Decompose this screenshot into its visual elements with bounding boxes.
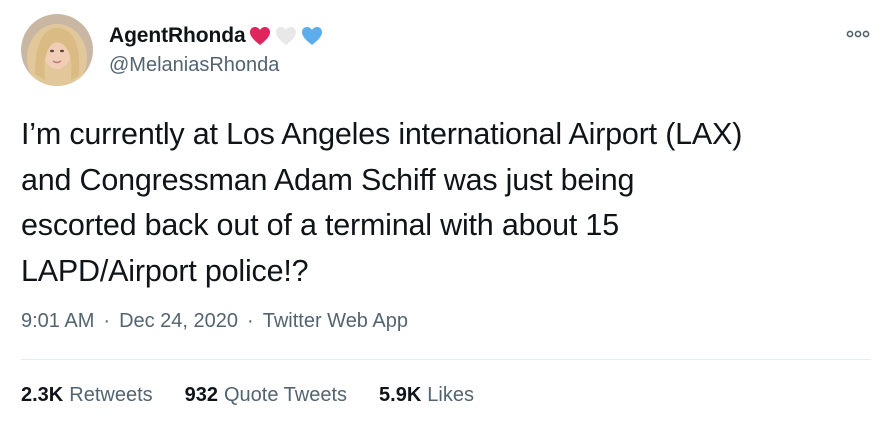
more-options-button[interactable] [838,18,878,50]
engagement-stats: 2.3K Retweets 932 Quote Tweets 5.9K Like… [21,384,506,407]
tweet-text: I’m currently at Los Angeles internation… [21,117,743,288]
meta-separator: · [103,310,111,332]
author-name-row: AgentRhonda [109,22,324,50]
quote-tweets-label: Quote Tweets [224,384,348,406]
retweets-label: Retweets [69,384,153,406]
avatar[interactable] [21,14,93,86]
likes-count: 5.9K [379,384,422,406]
tweet-time[interactable]: 9:01 AM [21,310,94,333]
quote-tweets-stat[interactable]: 932 Quote Tweets [185,384,347,407]
tweet-meta: 9:01 AM · Dec 24, 2020 · Twitter Web App [21,310,408,333]
more-dots-icon [846,30,870,38]
meta-separator: · [247,310,254,332]
tweet-card: AgentRhonda @MelaniasRhonda I’m currentl… [0,0,894,430]
red-heart-icon [248,24,272,48]
avatar-image [21,14,93,86]
quote-tweets-count: 932 [184,384,218,406]
white-heart-icon [274,24,298,48]
likes-label: Likes [427,384,474,406]
display-name[interactable]: AgentRhonda [109,24,246,48]
retweets-stat[interactable]: 2.3K Retweets [21,384,153,407]
tweet-source[interactable]: Twitter Web App [263,310,408,333]
retweets-count: 2.3K [21,384,64,406]
blue-heart-icon [300,24,324,48]
tweet-date[interactable]: Dec 24, 2020 [119,310,238,333]
likes-stat[interactable]: 5.9K Likes [379,384,474,407]
author-handle[interactable]: @MelaniasRhonda [109,54,279,77]
divider [21,359,871,360]
